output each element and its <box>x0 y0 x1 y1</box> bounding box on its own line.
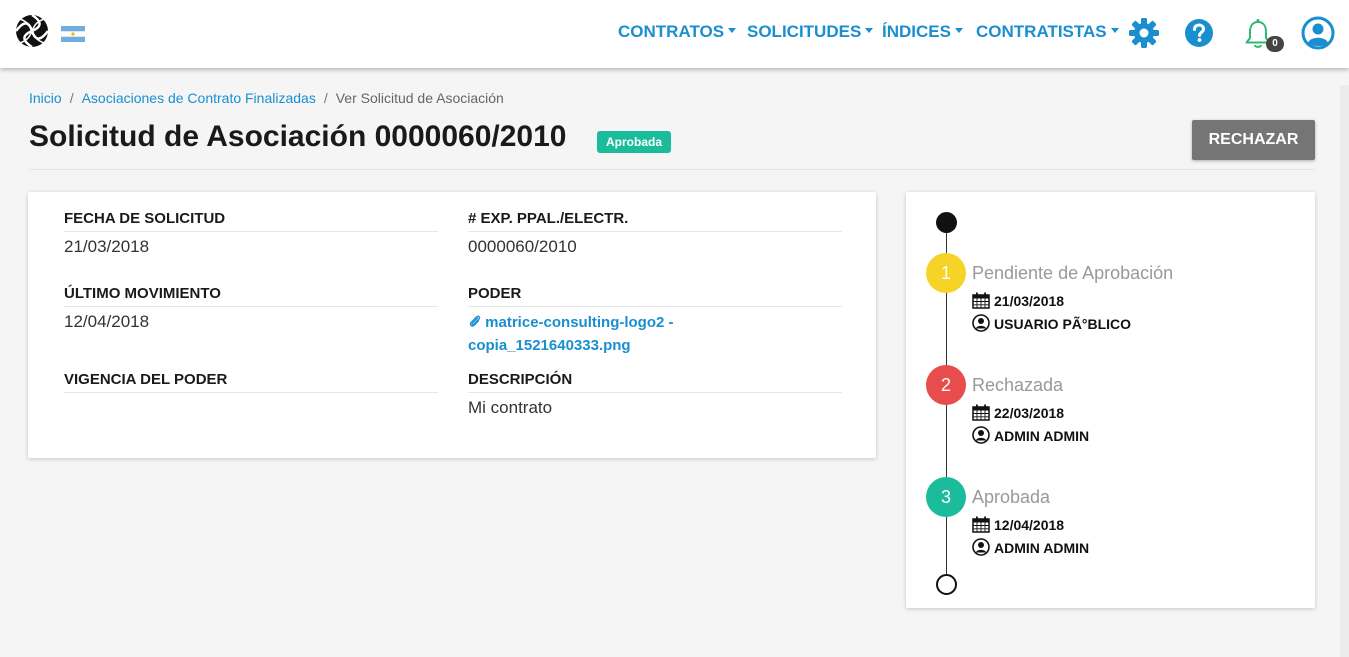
status-timeline-card: 1 Pendiente de Aprobación 21/03/2018 USU… <box>906 192 1315 608</box>
timeline-step-date: 22/03/2018 <box>972 404 1064 421</box>
user-circle-icon <box>972 538 990 556</box>
breadcrumb: Inicio / Asociaciones de Contrato Finaliza… <box>29 90 504 106</box>
timeline-step-title: Rechazada <box>972 375 1064 395</box>
breadcrumb-parent-link[interactable]: Asociaciones de Contrato Finalizadas <box>82 90 316 106</box>
chevron-down-icon <box>728 28 737 34</box>
top-navbar: CONTRATOS SOLICITUDES ÍNDICES CONTRATIST… <box>0 0 1349 68</box>
nav-indices[interactable]: ÍNDICES <box>882 22 963 42</box>
field-expediente: # EXP. PPAL./ELECTR. 0000060/2010 <box>468 210 842 257</box>
field-value: 21/03/2018 <box>64 237 150 256</box>
field-label: ÚLTIMO MOVIMIENTO <box>64 285 438 307</box>
timeline-date-text: 22/03/2018 <box>994 405 1065 421</box>
user-circle-icon <box>972 426 990 444</box>
notification-badge: 0 <box>1266 36 1284 52</box>
calendar-icon <box>972 516 990 533</box>
field-value: 0000060/2010 <box>468 237 577 256</box>
nav-solicitudes-label: SOLICITUDES <box>747 22 862 41</box>
field-value: Mi contrato <box>468 398 553 417</box>
timeline-step-user: ADMIN ADMIN <box>972 426 1089 444</box>
gear-icon[interactable] <box>1127 16 1161 50</box>
timeline-end-marker <box>936 574 957 595</box>
timeline-step-user: ADMIN ADMIN <box>972 538 1089 556</box>
field-label: DESCRIPCIÓN <box>468 371 842 393</box>
chevron-down-icon <box>954 28 963 34</box>
question-circle-icon[interactable] <box>1184 18 1214 48</box>
timeline-start-marker <box>936 212 957 233</box>
breadcrumb-home-link[interactable]: Inicio <box>29 90 62 106</box>
status-badge: Aprobada <box>597 131 672 153</box>
field-label: # EXP. PPAL./ELECTR. <box>468 210 842 232</box>
nav-solicitudes[interactable]: SOLICITUDES <box>747 22 874 42</box>
timeline-user-text: ADMIN ADMIN <box>994 428 1090 444</box>
divider <box>29 169 1315 170</box>
timeline-date-text: 12/04/2018 <box>994 517 1065 533</box>
nav-contratos-label: CONTRATOS <box>618 22 725 41</box>
details-card: FECHA DE SOLICITUD 21/03/2018 # EXP. PPA… <box>28 192 876 458</box>
field-label: VIGENCIA DEL PODER <box>64 371 438 393</box>
nav-indices-label: ÍNDICES <box>882 22 951 41</box>
field-vigencia-poder: VIGENCIA DEL PODER <box>64 371 438 393</box>
nav-contratistas-label: CONTRATISTAS <box>976 22 1107 41</box>
chevron-down-icon <box>1110 28 1119 34</box>
timeline-step-title: Aprobada <box>972 487 1051 507</box>
user-circle-icon <box>972 314 990 332</box>
timeline-step-date: 12/04/2018 <box>972 516 1064 533</box>
timeline-step-user: USUARIO PÃ°BLICO <box>972 314 1131 332</box>
poder-file-link[interactable]: matrice-consulting-logo2 - copia_1521640… <box>468 311 842 357</box>
timeline-step-number: 1 <box>926 253 966 293</box>
field-label: PODER <box>468 285 842 307</box>
timeline-user-text: USUARIO PÃ°BLICO <box>994 316 1132 332</box>
timeline-step-number: 3 <box>926 477 966 517</box>
timeline-date-text: 21/03/2018 <box>994 293 1065 309</box>
field-value: 12/04/2018 <box>64 312 150 331</box>
poder-file-name-line2: copia_1521640333.png <box>468 337 631 354</box>
poder-file-name-line1: matrice-consulting-logo2 - <box>485 314 674 331</box>
breadcrumb-separator: / <box>69 90 74 106</box>
field-fecha-solicitud: FECHA DE SOLICITUD 21/03/2018 <box>64 210 438 257</box>
paperclip-icon <box>469 315 481 327</box>
field-label: FECHA DE SOLICITUD <box>64 210 438 232</box>
calendar-icon <box>972 404 990 421</box>
chevron-down-icon <box>865 28 874 34</box>
timeline-user-text: ADMIN ADMIN <box>994 540 1090 556</box>
page-title: Solicitud de Asociación 0000060/2010 <box>29 120 567 153</box>
timeline-step-number: 2 <box>926 365 966 405</box>
timeline-step-date: 21/03/2018 <box>972 292 1064 309</box>
scroll-gutter <box>1340 85 1349 657</box>
field-ultimo-movimiento: ÚLTIMO MOVIMIENTO 12/04/2018 <box>64 285 438 332</box>
argentina-flag-icon <box>61 26 85 42</box>
field-descripcion: DESCRIPCIÓN Mi contrato <box>468 371 842 418</box>
calendar-icon <box>972 292 990 309</box>
site-logo-icon[interactable] <box>14 12 50 50</box>
user-circle-icon[interactable] <box>1301 16 1335 50</box>
breadcrumb-separator: / <box>323 90 328 106</box>
breadcrumb-current: Ver Solicitud de Asociación <box>335 90 504 106</box>
timeline-step-title: Pendiente de Aprobación <box>972 263 1174 283</box>
nav-contratos[interactable]: CONTRATOS <box>618 22 737 42</box>
reject-button[interactable]: RECHAZAR <box>1192 120 1315 160</box>
field-poder: PODER matrice-consulting-logo2 - copia_1… <box>468 285 842 357</box>
nav-contratistas[interactable]: CONTRATISTAS <box>976 22 1119 42</box>
